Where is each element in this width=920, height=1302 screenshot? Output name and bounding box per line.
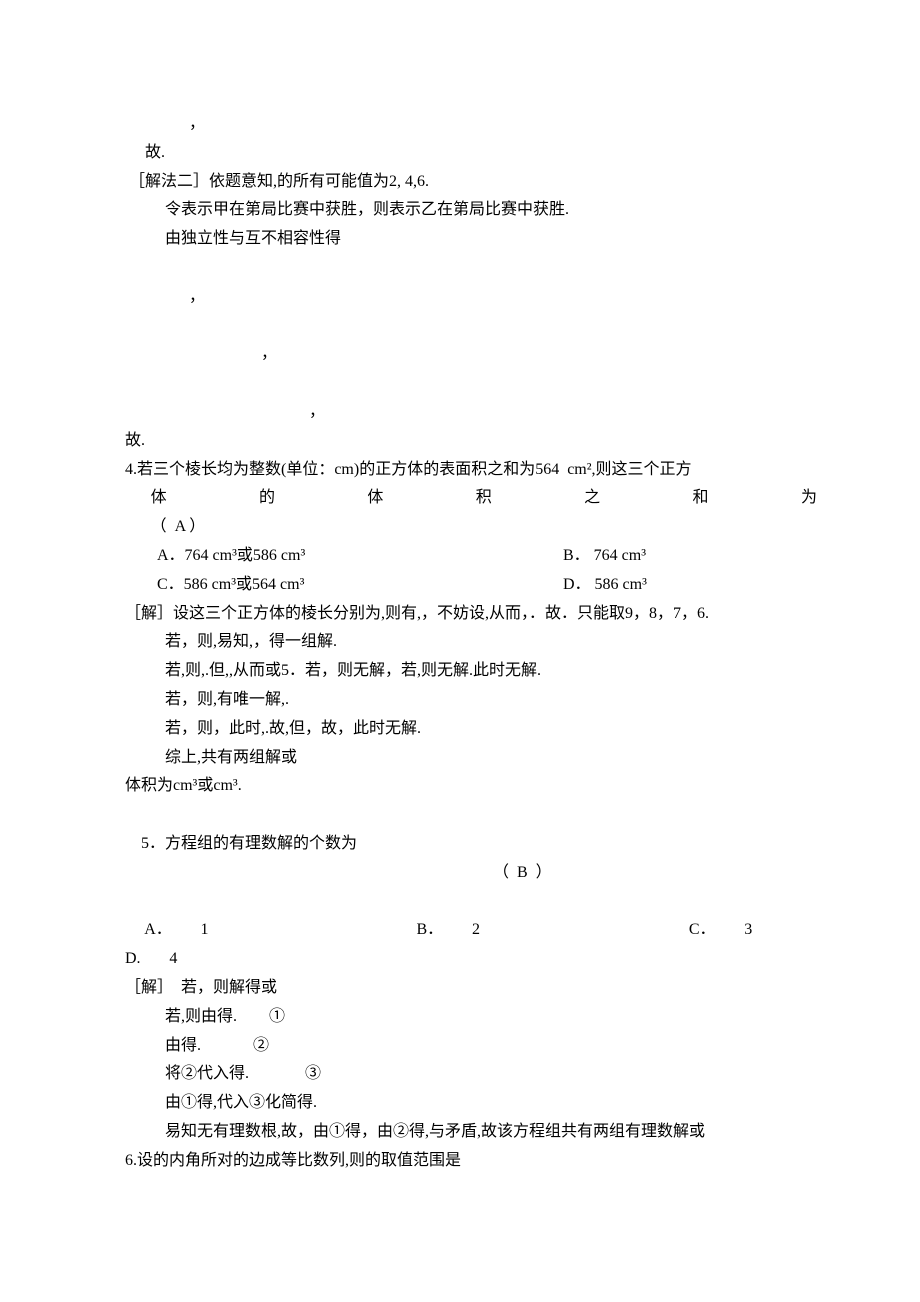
doc-page: ， 故. ［解法二］依题意知,的所有可能值为2, 4,6. 令表示甲在第局比赛中… [0,0,920,1235]
q5-b-val: 2 [472,916,480,945]
s5-l2: 若,则由得. ① [125,1003,825,1032]
q5-opt-a: A． 1 [144,916,416,945]
blank-gap3 [125,369,825,398]
q5-a-lbl: A． [144,916,172,945]
q5-text: 5．方程组的有理数解的个数为 [141,835,357,852]
comma-1: ， [125,110,825,139]
q6: 6.设的内角所对的边成等比数列,则的取值范围是 [125,1147,825,1176]
q4-opts-row2: C．586 cm³或564 cm³ D． 586 cm³ [125,571,825,600]
q5-opt-c: C． 3 [689,916,825,945]
q4-c4: 积 [476,484,500,513]
s4-l7: 体积为cm³或cm³. [125,772,825,801]
q4-c5: 之 [584,484,608,513]
comma-4: ， [125,398,825,427]
s5-l4: 将②代入得. ③ [125,1060,825,1089]
q4-opt-b: B． 764 cm³ [563,542,825,571]
q4-c6: 和 [693,484,717,513]
comma-2: ， [125,283,825,312]
q5-line1: 5．方程组的有理数解的个数为 （ B ） [125,801,825,916]
q4-opt-a: A．764 cm³或586 cm³ [125,542,563,571]
s4-l6: 综上,共有两组解或 [125,744,825,773]
q5-ans: （ B ） [493,864,552,881]
q4-line1: 4.若三个棱长均为整数(单位：cm)的正方体的表面积之和为564 cm²,则这三… [125,456,825,485]
q4-opt-d: D． 586 cm³ [563,571,825,600]
q5-d-val: 4 [169,945,177,974]
line-method2: ［解法二］依题意知,的所有可能值为2, 4,6. [125,168,825,197]
s4-l2: 若，则,易知,，得一组解. [125,628,825,657]
q4-c3: 体 [367,484,391,513]
q5-opt-b: B． 2 [417,916,689,945]
q5-c-val: 3 [744,916,752,945]
line-dulixing: 由独立性与互不相容性得 [125,225,825,254]
line-gu1: 故. [125,139,825,168]
blank-gap2 [125,312,825,341]
q5-d-lbl: D. [125,945,141,974]
q4-c1: 体 [151,484,175,513]
line-gu2: 故. [125,427,825,456]
s5-l1: ［解］ 若，则解得或 [125,974,825,1003]
s5-l5: 由①得,代入③化简得. [125,1089,825,1118]
s5-l6: 易知无有理数根,故，由①得，由②得,与矛盾,故该方程组共有两组有理数解或 [125,1118,825,1147]
q5-b-lbl: B． [417,916,444,945]
q4-line2: 体 的 体 积 之 和 为 [125,484,825,513]
line-ling: 令表示甲在第局比赛中获胜，则表示乙在第局比赛中获胜. [125,196,825,225]
blank-gap1 [125,254,825,283]
s5-l3: 由得. ② [125,1032,825,1061]
q4-line3: （ A ） [125,513,825,542]
q4-opts-row1: A．764 cm³或586 cm³ B． 764 cm³ [125,542,825,571]
q5-c-lbl: C． [689,916,716,945]
s4-l1: ［解］设这三个正方体的棱长分别为,则有,，不妨设,从而，．故．只能取9，8，7，… [125,600,825,629]
comma-3: ， [125,340,825,369]
s4-l5: 若，则，此时,.故,但，故，此时无解. [125,715,825,744]
q4-c2: 的 [259,484,283,513]
s4-l4: 若，则,有唯一解,. [125,686,825,715]
q5-opt-d: D. 4 [125,945,825,974]
q5-opts: A． 1 B． 2 C． 3 [125,916,825,945]
q5-a-val: 1 [201,916,209,945]
q4-opt-c: C．586 cm³或564 cm³ [125,571,563,600]
q4-c7: 为 [801,484,825,513]
s4-l3: 若,则,.但,,从而或5．若，则无解，若,则无解.此时无解. [125,657,825,686]
